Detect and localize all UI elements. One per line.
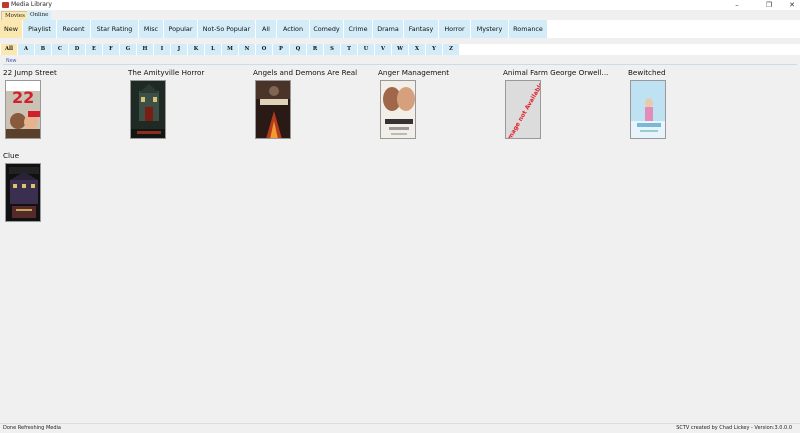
media-title[interactable]: Anger Management [378,68,496,77]
tab-all[interactable]: All [256,20,277,38]
poster-clue[interactable] [5,163,41,222]
letter-filter-n[interactable]: N [239,44,255,55]
tab-misc[interactable]: Misc [139,20,164,38]
tab-new[interactable]: New [0,20,23,38]
letter-filter-v[interactable]: V [375,44,391,55]
poster-22-jump-street[interactable]: 22 [5,80,41,139]
letter-filter-l[interactable]: L [205,44,221,55]
poster-image-not-available[interactable]: Image not Available [505,80,541,139]
app-icon [2,2,9,8]
close-icon[interactable]: ✕ [785,0,799,10]
tab-crime[interactable]: Crime [344,20,373,38]
letter-filter-p[interactable]: P [273,44,289,55]
letter-filter-r[interactable]: R [307,44,323,55]
media-title[interactable]: Angels and Demons Are Real [253,68,371,77]
alphabet-filter-bar: All A B C D E F G H I J K L M N O P Q R S T U V W X Y Z [0,44,800,55]
tab-romance[interactable]: Romance [509,20,548,38]
letter-filter-o[interactable]: O [256,44,272,55]
poster-anger-management[interactable] [380,80,416,139]
tab-comedy[interactable]: Comedy [310,20,344,38]
tab-mystery[interactable]: Mystery [471,20,509,38]
letter-filter-z[interactable]: Z [443,44,459,55]
letter-filter-a[interactable]: A [18,44,34,55]
media-title[interactable]: The Amityville Horror [128,68,246,77]
letter-filter-y[interactable]: Y [426,44,442,55]
letter-filter-h[interactable]: H [137,44,153,55]
tab-not-so-popular[interactable]: Not-So Popular [198,20,256,38]
restore-icon[interactable]: ❐ [762,0,776,10]
tab-movies[interactable]: Movies [1,11,29,20]
section-divider [3,64,797,65]
letter-filter-m[interactable]: M [222,44,238,55]
tab-horror[interactable]: Horror [439,20,471,38]
tab-playlist[interactable]: Playlist [23,20,57,38]
poster-amityville-horror[interactable] [130,80,166,139]
tab-action[interactable]: Action [277,20,310,38]
letter-filter-w[interactable]: W [392,44,408,55]
poster-bewitched[interactable] [630,80,666,139]
status-bar: Done Refreshing Media SCTV created by Ch… [0,423,800,433]
tab-fantasy[interactable]: Fantasy [404,20,439,38]
media-title[interactable]: Animal Farm George Orwell... [503,68,621,77]
category-tabs: New Playlist Recent Star Rating Misc Pop… [0,20,800,38]
letter-filter-i[interactable]: I [154,44,170,55]
letter-filter-d[interactable]: D [69,44,85,55]
version-info: SCTV created by Chad Lickey - Version:3.… [676,425,792,431]
tab-recent[interactable]: Recent [57,20,91,38]
letter-filter-b[interactable]: B [35,44,51,55]
letter-filter-f[interactable]: F [103,44,119,55]
letter-filter-g[interactable]: G [120,44,136,55]
letter-filter-x[interactable]: X [409,44,425,55]
letter-filter-k[interactable]: K [188,44,204,55]
svg-text:22: 22 [12,88,34,107]
tab-star-rating[interactable]: Star Rating [91,20,139,38]
status-message: Done Refreshing Media [3,425,61,431]
media-title[interactable]: Bewitched [628,68,746,77]
title-bar: Media Library – ❐ ✕ [0,0,800,10]
tab-online[interactable]: Online [27,11,52,20]
letter-filter-c[interactable]: C [52,44,68,55]
letter-filter-all[interactable]: All [1,44,17,55]
window-title: Media Library [11,1,52,8]
mode-tabs: Movies Online Multi-Select [0,10,800,29]
letter-filter-j[interactable]: J [171,44,187,55]
letter-filter-t[interactable]: T [341,44,357,55]
letter-filter-u[interactable]: U [358,44,374,55]
letter-filter-e[interactable]: E [86,44,102,55]
media-title[interactable]: 22 Jump Street [3,68,121,77]
tab-drama[interactable]: Drama [373,20,404,38]
poster-angels-and-demons[interactable] [255,80,291,139]
letter-filter-s[interactable]: S [324,44,340,55]
letter-filter-q[interactable]: Q [290,44,306,55]
media-title[interactable]: Clue [3,151,121,160]
tab-popular[interactable]: Popular [164,20,198,38]
minimize-icon[interactable]: – [730,0,744,10]
